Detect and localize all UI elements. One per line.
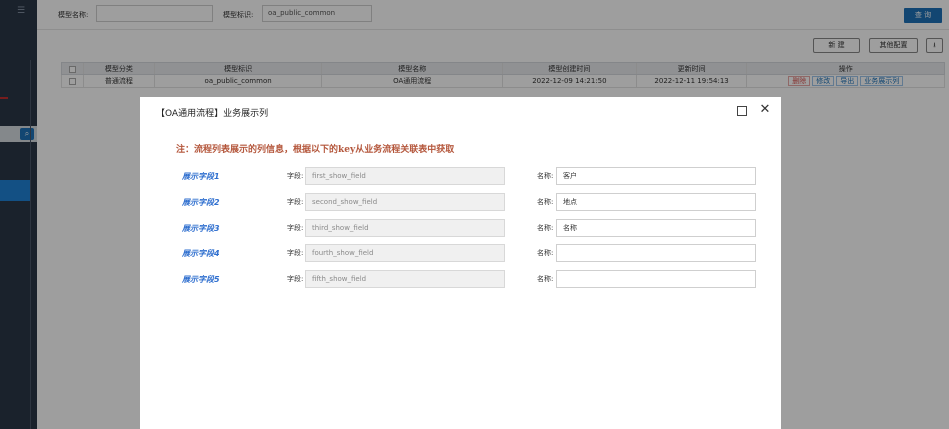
show-field-label: 展示字段4 [182,249,220,258]
field-name-input[interactable]: 名称 [556,219,756,237]
show-field-row: 展示字段5 字段: fifth_show_field 名称: [140,270,781,289]
field-key-label: 字段: [287,198,304,206]
show-field-label: 展示字段5 [182,275,220,284]
show-field-label: 展示字段1 [182,172,220,181]
field-key-input: fourth_show_field [305,244,505,262]
show-field-row: 展示字段4 字段: fourth_show_field 名称: [140,244,781,263]
maximize-icon[interactable] [737,106,747,116]
show-field-row: 展示字段1 字段: first_show_field 名称: 客户 [140,167,781,186]
field-key-label: 字段: [287,275,304,283]
dialog-note: 注：流程列表展示的列信息，根据以下的key从业务流程关联表中获取 [176,145,455,155]
field-name-label: 名称: [537,198,554,206]
show-field-row: 展示字段2 字段: second_show_field 名称: 地点 [140,193,781,212]
field-name-input[interactable]: 客户 [556,167,756,185]
field-name-label: 名称: [537,224,554,232]
close-icon[interactable]: ✕ [758,102,772,118]
business-columns-dialog: 【OA通用流程】业务展示列 ✕ 注：流程列表展示的列信息，根据以下的key从业务… [140,97,781,429]
field-key-label: 字段: [287,172,304,180]
show-field-label: 展示字段2 [182,198,220,207]
field-key-input: fifth_show_field [305,270,505,288]
field-name-label: 名称: [537,172,554,180]
field-key-input: second_show_field [305,193,505,211]
field-name-input[interactable] [556,244,756,262]
dialog-header: 【OA通用流程】业务展示列 ✕ [140,97,781,126]
field-key-label: 字段: [287,224,304,232]
field-name-input[interactable]: 地点 [556,193,756,211]
field-name-input[interactable] [556,270,756,288]
show-field-label: 展示字段3 [182,224,220,233]
dialog-title: 【OA通用流程】业务展示列 [156,109,269,119]
show-field-row: 展示字段3 字段: third_show_field 名称: 名称 [140,219,781,238]
field-name-label: 名称: [537,249,554,257]
field-name-label: 名称: [537,275,554,283]
field-key-input: third_show_field [305,219,505,237]
field-key-input: first_show_field [305,167,505,185]
field-key-label: 字段: [287,249,304,257]
